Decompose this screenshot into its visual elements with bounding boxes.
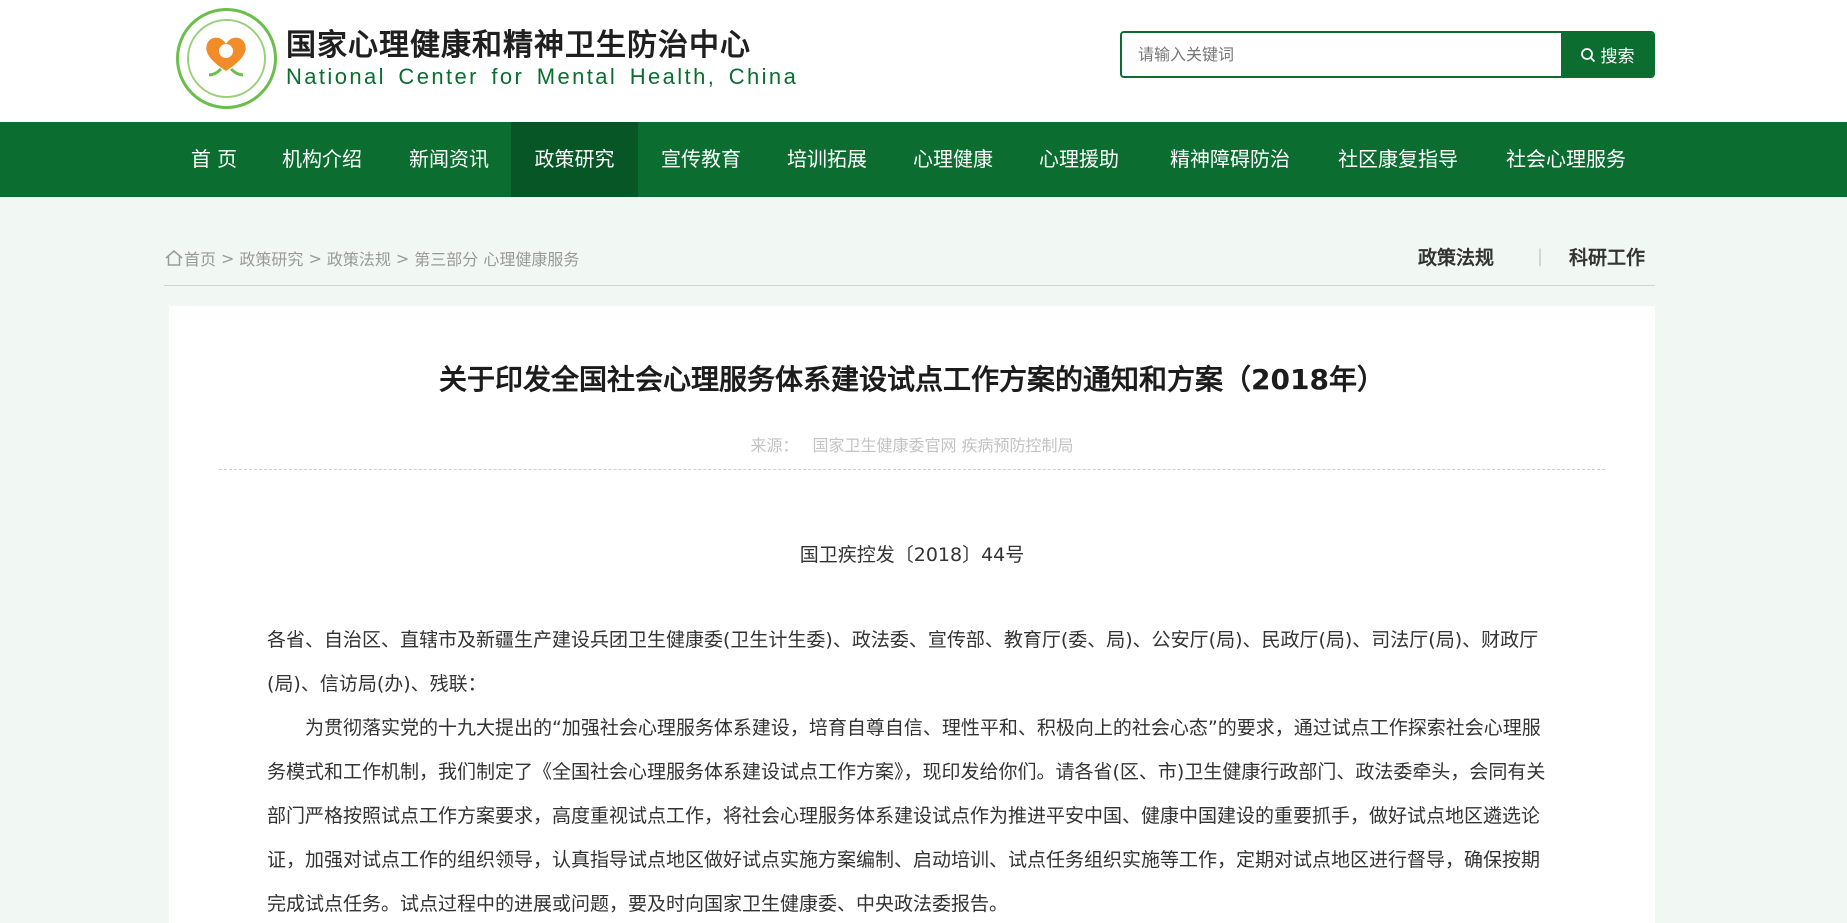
nav-item-home[interactable]: 首 页: [170, 122, 258, 197]
article-source-label: 来源：: [750, 436, 799, 455]
nav-item-mental-health[interactable]: 心理健康: [906, 122, 1000, 197]
breadcrumb: 首页 > 政策研究 > 政策法规 > 第三部分 心理健康服务: [164, 246, 579, 270]
nav-item-disorder-prevention[interactable]: 精神障碍防治: [1160, 122, 1300, 197]
nav-item-education[interactable]: 宣传教育: [654, 122, 748, 197]
breadcrumb-separator: >: [308, 248, 322, 268]
site-header: 国家心理健康和精神卫生防治中心 National Center for Ment…: [0, 0, 1847, 122]
dashed-divider: [219, 469, 1605, 470]
breadcrumb-current[interactable]: 第三部分 心理健康服务: [414, 246, 579, 270]
subnav-policy-regulations[interactable]: 政策法规: [1418, 243, 1494, 270]
article-title: 关于印发全国社会心理服务体系建设试点工作方案的通知和方案（2018年）: [439, 363, 1385, 396]
site-title-en: National Center for Mental Health, China: [286, 64, 799, 89]
site-logo[interactable]: [176, 8, 277, 109]
nav-item-community-rehab[interactable]: 社区康复指导: [1328, 122, 1468, 197]
heart-logo-icon: [206, 37, 246, 77]
site-title-cn: 国家心理健康和精神卫生防治中心: [286, 28, 751, 63]
article-paragraph: 各省、自治区、直辖市及新疆生产建设兵团卫生健康委(卫生计生委)、政法委、宣传部、…: [267, 629, 1539, 695]
breadcrumb-home[interactable]: 首页: [184, 246, 216, 270]
subnav-divider: |: [1537, 246, 1544, 267]
breadcrumb-divider: [164, 285, 1655, 286]
article-source-value: 国家卫生健康委官网 疾病预防控制局: [812, 436, 1074, 455]
nav-item-psych-aid[interactable]: 心理援助: [1032, 122, 1126, 197]
article-card: 关于印发全国社会心理服务体系建设试点工作方案的通知和方案（2018年） 来源： 国…: [169, 306, 1655, 923]
home-icon: [165, 250, 183, 266]
breadcrumb-policy-research[interactable]: 政策研究: [239, 246, 303, 270]
search-box: 搜索: [1120, 31, 1655, 78]
nav-item-about[interactable]: 机构介绍: [275, 122, 369, 197]
breadcrumb-policy-regulations[interactable]: 政策法规: [327, 246, 391, 270]
search-button-label: 搜索: [1600, 47, 1635, 67]
nav-item-news[interactable]: 新闻资讯: [402, 122, 496, 197]
main-nav: 首 页 机构介绍 新闻资讯 政策研究 宣传教育 培训拓展 心理健康 心理援助 精…: [0, 122, 1847, 197]
breadcrumb-separator: >: [221, 248, 235, 268]
article-paragraph: 为贯彻落实党的十九大提出的“加强社会心理服务体系建设，培育自尊自信、理性平和、积…: [267, 717, 1546, 915]
search-button[interactable]: 搜索: [1561, 33, 1653, 76]
subnav-research-work[interactable]: 科研工作: [1569, 243, 1645, 270]
breadcrumb-separator: >: [395, 248, 410, 268]
search-input[interactable]: [1122, 33, 1562, 76]
nav-item-social-psych[interactable]: 社会心理服务: [1496, 122, 1636, 197]
document-number: 国卫疾控发〔2018〕44号: [799, 544, 1025, 566]
article-source: 来源： 国家卫生健康委官网 疾病预防控制局: [169, 432, 1655, 456]
search-icon: [1580, 47, 1595, 62]
nav-item-policy[interactable]: 政策研究: [511, 122, 638, 197]
nav-item-training[interactable]: 培训拓展: [780, 122, 874, 197]
